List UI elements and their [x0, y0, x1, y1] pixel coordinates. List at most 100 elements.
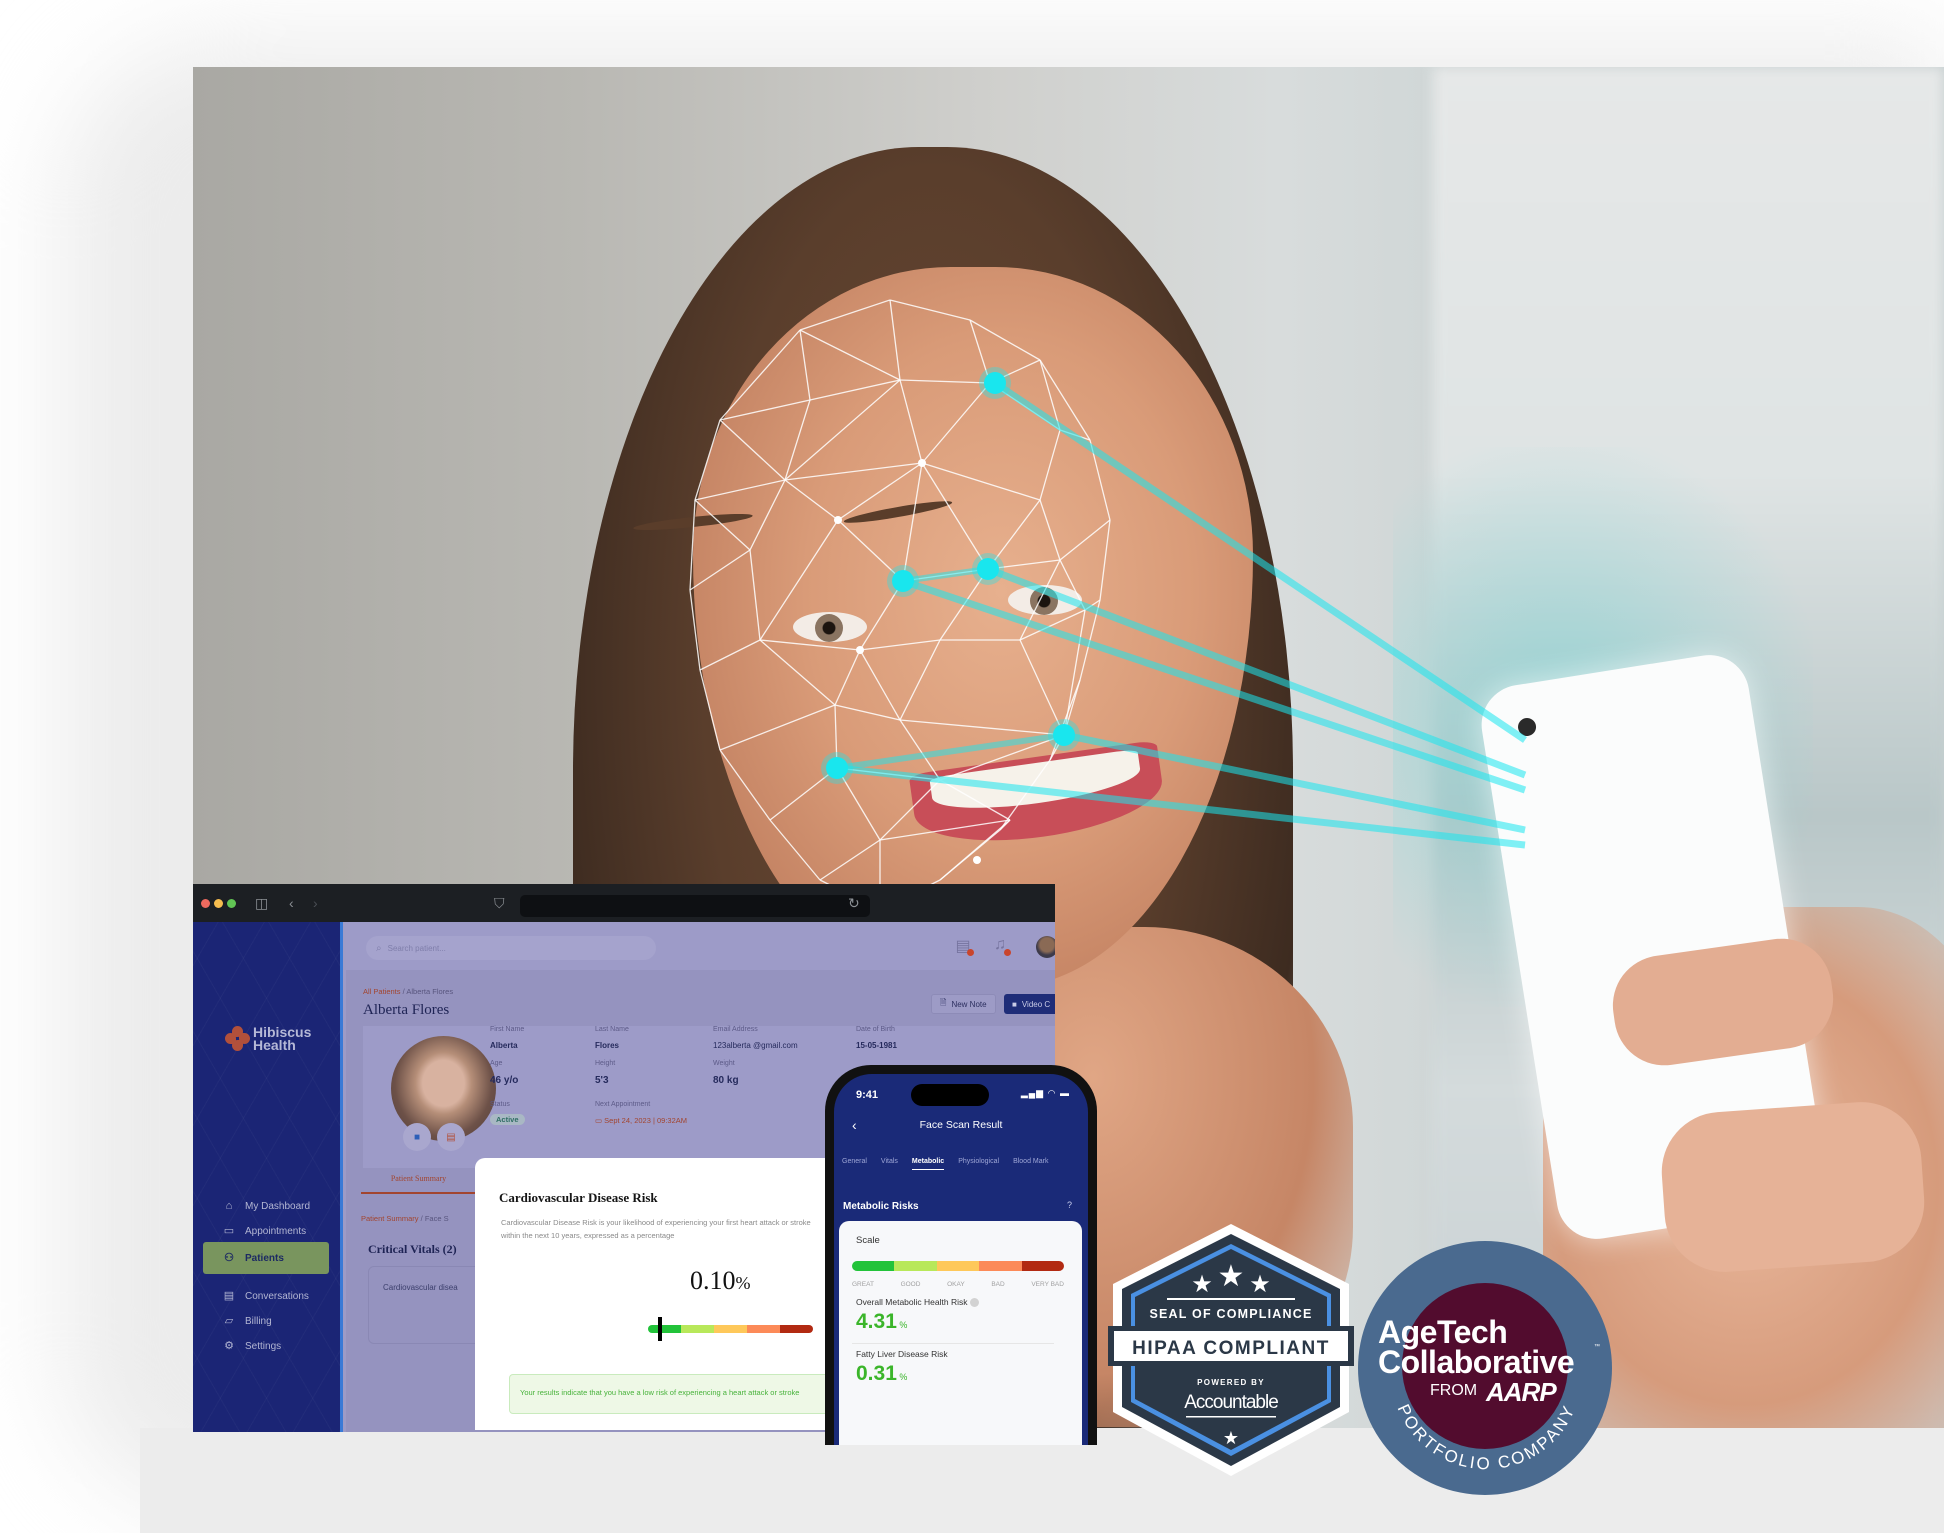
dob-field: Date of Birth 15-05-1981 [856, 1026, 897, 1050]
mesh-line [879, 779, 941, 841]
height-field: Height 5'3 [595, 1060, 616, 1086]
scale-level-label: GREAT [852, 1281, 874, 1288]
search-input[interactable]: ⌕ Search patient... [366, 936, 656, 960]
result-tabs: General Vitals Metabolic Physiological Blood… [842, 1158, 1048, 1170]
forward-icon[interactable]: › [313, 896, 318, 910]
mesh-node [856, 646, 864, 654]
first-name-field: First Name Alberta [490, 1026, 525, 1050]
breadcrumb-all-patients[interactable]: All Patients [363, 987, 401, 996]
seal-text: SEAL OF COMPLIANCE [1149, 1307, 1312, 1321]
cvd-value: 0.10% [690, 1266, 751, 1295]
cvd-description: Cardiovascular Disease Risk is your like… [501, 1218, 811, 1240]
signal-icon: ▂▄▆ [1020, 1088, 1045, 1098]
mesh-line [759, 519, 839, 641]
back-icon[interactable]: ‹ [289, 896, 294, 910]
cvd-risk-scale [648, 1325, 813, 1333]
address-bar[interactable] [520, 895, 870, 917]
mesh-line [759, 639, 836, 706]
age-field: Age 46 y/o [490, 1060, 519, 1086]
tab-vitals[interactable]: Vitals [881, 1158, 898, 1170]
scale-level-label: BAD [991, 1281, 1005, 1288]
phone-screen: 9:41 ▂▄▆ ◠ ▬ ‹ Face Scan Result General V… [834, 1074, 1088, 1445]
tab-blood-mark[interactable]: Blood Mark [1013, 1158, 1048, 1170]
battery-icon: ▬ [1060, 1088, 1070, 1098]
mesh-node [918, 459, 926, 467]
status-icons: ▂▄▆ ◠ ▬ [1021, 1088, 1070, 1099]
breadcrumb-secondary: Patient Summary / Face S [361, 1214, 449, 1223]
messages-icon[interactable]: ▤ [954, 936, 974, 956]
powered-by-text: POWERED BY [1197, 1378, 1265, 1387]
mesh-line [719, 704, 836, 751]
mesh-line [899, 719, 941, 781]
status-field: Status Active [490, 1101, 525, 1127]
screen-title: Face Scan Result [919, 1119, 1003, 1131]
divider [852, 1343, 1054, 1344]
scale-segment [648, 1325, 681, 1333]
status-time: 9:41 [856, 1089, 879, 1101]
info-icon[interactable] [970, 1298, 980, 1308]
reload-icon[interactable]: ↻ [848, 896, 860, 910]
scale-labels: GREAT GOOD OKAY BAD VERY BAD [852, 1281, 1064, 1288]
tab-physiological[interactable]: Physiological [958, 1158, 999, 1170]
mesh-line [769, 819, 821, 881]
mesh-line [889, 299, 971, 321]
tab-general[interactable]: General [842, 1158, 867, 1170]
minimize-window-button[interactable] [214, 899, 223, 908]
metabolic-risks-title: Metabolic Risks [843, 1201, 919, 1212]
cvd-title: Cardiovascular Disease Risk [499, 1190, 658, 1205]
mesh-line [859, 649, 901, 721]
breadcrumb-current: Alberta Flores [406, 987, 454, 996]
chat-icon[interactable]: ▤ [437, 1123, 465, 1151]
help-icon[interactable]: ? [1067, 1200, 1072, 1210]
mesh-node [834, 516, 842, 524]
scale-level-label: OKAY [947, 1281, 965, 1288]
sidebar-item-label: Billing [245, 1315, 272, 1327]
email-field: Email Address 123alberta @gmail.com [713, 1026, 798, 1050]
scale-segment [852, 1261, 895, 1271]
new-note-button[interactable]: 🗎 New Note [931, 994, 996, 1014]
close-window-button[interactable] [201, 899, 210, 908]
mesh-line [1099, 519, 1111, 601]
scan-beam [901, 577, 1527, 794]
page-title: Alberta Flores [363, 1002, 450, 1018]
mesh-line [1059, 519, 1111, 561]
sidebar-toggle-icon[interactable]: ◫ [255, 896, 268, 910]
scale-label: Scale [856, 1235, 880, 1246]
scale-level-label: VERY BAD [1031, 1281, 1064, 1288]
video-call-button[interactable]: ■ Video C [1004, 994, 1055, 1014]
tab-metabolic[interactable]: Metabolic [911, 1158, 945, 1170]
mesh-line [719, 749, 771, 821]
mesh-line [699, 669, 721, 751]
mesh-line [889, 299, 901, 381]
scan-point [1053, 724, 1075, 746]
dynamic-island [911, 1084, 989, 1106]
gear-icon: ⚙ [224, 1340, 234, 1352]
tab-patient-summary[interactable]: Patient Summary [361, 1174, 476, 1194]
risk-name: Fatty Liver Disease Risk [856, 1349, 948, 1359]
sidebar-item-settings[interactable]: ⚙ Settings [203, 1330, 329, 1362]
risk-value: 0.31 % [856, 1362, 908, 1385]
scale-segment [1021, 1261, 1064, 1271]
sidebar-item-patients[interactable]: ⚇ Patients [203, 1242, 329, 1274]
mesh-line [699, 639, 761, 671]
scan-link [836, 732, 1065, 771]
mesh-line [899, 379, 991, 384]
portfolio-ring-text: PORTFOLIO COMPANY [1394, 1401, 1580, 1473]
mesh-line [694, 499, 751, 551]
bell-icon[interactable]: ♫ [991, 936, 1011, 956]
chat-icon: ▤ [223, 1290, 235, 1302]
scan-beam [993, 380, 1527, 743]
cvd-risk-marker [657, 1317, 662, 1341]
user-avatar[interactable] [1036, 936, 1055, 958]
svg-text:PORTFOLIO COMPANY: PORTFOLIO COMPANY [1394, 1401, 1580, 1473]
mesh-line [819, 839, 881, 881]
status-badge: Active [490, 1114, 525, 1125]
risk-item: Fatty Liver Disease Risk 0.31 % [856, 1349, 948, 1386]
mesh-line [999, 759, 1051, 831]
video-call-icon[interactable]: ■ [403, 1123, 431, 1151]
browser-toolbar: ◫ ‹ › ⛉ ↻ [193, 884, 1055, 922]
maximize-window-button[interactable] [227, 899, 236, 908]
mesh-line [899, 719, 1065, 736]
cvd-risk-card: Cardiovascular Disease Risk Cardiovascul… [475, 1158, 839, 1430]
hibiscus-health-logo[interactable]: Hibiscus Health [225, 1025, 311, 1052]
